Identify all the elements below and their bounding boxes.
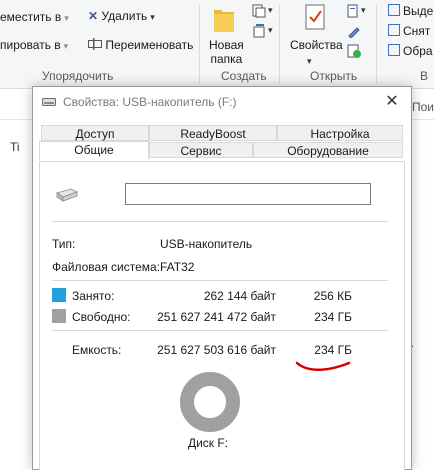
new-item-icon[interactable]: [252, 4, 266, 18]
disk-usage-donut: [180, 372, 240, 432]
invert-selection-button[interactable]: Обра: [388, 44, 433, 58]
used-space-swatch: [52, 288, 66, 302]
free-space-ring: [180, 372, 240, 432]
tab-panel-general: Тип: USB-накопитель Файловая система: FA…: [39, 161, 405, 470]
rename-icon: [88, 38, 102, 50]
disk-label: Диск F:: [187, 436, 229, 450]
move-to-label: еместить в: [0, 10, 62, 24]
history-icon[interactable]: [347, 44, 361, 58]
free-space-swatch: [52, 309, 66, 323]
copy-to-button[interactable]: пировать в ▾: [0, 38, 68, 52]
capacity-label: Емкость:: [72, 343, 122, 357]
edit-icon[interactable]: [347, 24, 361, 38]
open-icon[interactable]: [347, 4, 359, 18]
new-folder-label-2: папка: [210, 52, 243, 66]
tab-customize[interactable]: Настройка: [277, 125, 403, 141]
group-label-open: Открыть: [310, 69, 358, 83]
divider: [52, 330, 388, 331]
delete-label: Удалить: [101, 9, 148, 23]
select-all-button[interactable]: Выде: [388, 4, 433, 18]
select-none-button[interactable]: Снят: [388, 24, 430, 38]
checklist-icon[interactable]: [303, 3, 329, 33]
tab-strip: Доступ ReadyBoost Настройка Общие Сервис…: [39, 125, 405, 161]
chevron-down-icon: ▾: [64, 13, 69, 23]
chevron-down-icon: ▾: [268, 25, 273, 35]
usb-drive-icon: [42, 98, 56, 106]
red-underline-annotation: [295, 361, 351, 371]
tab-tools[interactable]: Сервис: [149, 142, 253, 158]
chevron-down-icon: ▾: [63, 41, 69, 51]
invert-label: Обра: [403, 44, 433, 58]
type-label: Тип:: [52, 237, 76, 251]
capacity-size: 234 ГБ: [314, 343, 352, 357]
divider: [52, 280, 388, 281]
tab-hardware[interactable]: Оборудование: [253, 142, 403, 158]
search-box[interactable]: Пои: [412, 100, 434, 114]
grid-icon: [388, 4, 400, 16]
copy-to-label: пировать в: [0, 38, 61, 52]
chevron-down-icon: ▾: [268, 5, 273, 15]
dialog-title: Свойства: USB-накопитель (F:): [63, 95, 237, 109]
drive-name-input[interactable]: [125, 183, 371, 205]
divider: [52, 221, 388, 222]
chevron-down-icon: ▾: [361, 5, 366, 15]
filesystem-value: FAT32: [160, 260, 195, 274]
ribbon: еместить в ▾ пировать в ▾ ✕ Удалить ▾ Переи…: [0, 0, 434, 89]
select-none-label: Снят: [403, 24, 431, 38]
used-bytes: 262 144 байт: [203, 289, 276, 303]
tab-general[interactable]: Общие: [39, 141, 149, 160]
used-label: Занято:: [72, 289, 115, 303]
grid-icon: [388, 24, 400, 36]
group-divider: [376, 4, 377, 84]
chevron-down-icon: ▾: [150, 12, 155, 22]
move-to-button[interactable]: еместить в ▾: [0, 10, 69, 24]
properties-button[interactable]: Свойства: [290, 38, 343, 52]
new-folder-button[interactable]: Новая папка: [209, 38, 244, 66]
group-divider: [279, 4, 280, 84]
tab-readyboost[interactable]: ReadyBoost: [149, 125, 277, 141]
delete-button[interactable]: ✕ Удалить ▾: [88, 9, 155, 23]
x-icon: ✕: [88, 9, 99, 23]
filesystem-label: Файловая система:: [52, 260, 161, 274]
rename-button[interactable]: Переименовать: [88, 38, 193, 52]
properties-label: Свойства: [290, 38, 343, 52]
used-size: 256 КБ: [313, 289, 352, 303]
folder-icon[interactable]: [212, 4, 236, 34]
close-icon[interactable]: ✕: [383, 93, 401, 111]
chevron-down-icon: ▾: [307, 56, 312, 66]
free-size: 234 ГБ: [314, 310, 352, 324]
grid-icon: [388, 44, 400, 56]
usb-drive-icon: [56, 188, 79, 202]
new-folder-label-1: Новая: [209, 38, 244, 52]
free-label: Свободно:: [72, 310, 131, 324]
type-value: USB-накопитель: [160, 237, 253, 251]
dialog-titlebar[interactable]: Свойства: USB-накопитель (F:) ✕: [33, 87, 411, 117]
group-label-create: Создать: [221, 69, 267, 83]
select-all-label: Выде: [403, 4, 434, 18]
capacity-bytes: 251 627 503 616 байт: [157, 343, 276, 357]
free-bytes: 251 627 241 472 байт: [157, 310, 276, 324]
easy-access-icon[interactable]: [252, 24, 266, 38]
group-divider: [199, 4, 200, 84]
group-label-select: В: [420, 69, 429, 83]
nav-pane-item[interactable]: Ti: [10, 140, 20, 154]
group-label-organize: Упорядочить: [42, 69, 114, 83]
properties-dialog: Свойства: USB-накопитель (F:) ✕ Доступ R…: [32, 86, 412, 470]
tab-access[interactable]: Доступ: [41, 125, 149, 141]
rename-label: Переименовать: [105, 38, 194, 52]
